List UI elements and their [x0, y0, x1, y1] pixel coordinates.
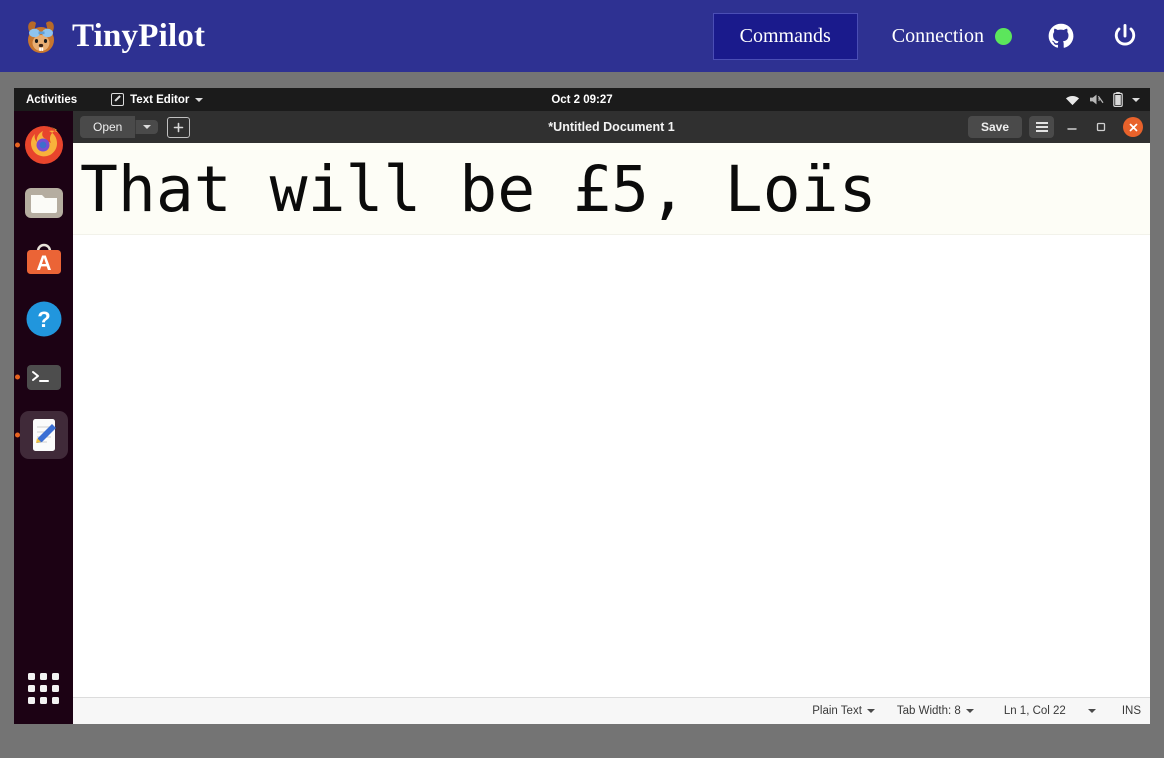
help-question-icon: ?	[26, 301, 61, 337]
squirrel-mascot-icon	[28, 21, 54, 53]
terminal-icon	[26, 365, 61, 390]
chevron-down-icon	[1132, 97, 1140, 102]
language-label: Plain Text	[812, 705, 862, 717]
commands-button[interactable]: Commands	[712, 12, 858, 60]
app-grid-icon	[28, 672, 35, 680]
close-icon	[1129, 123, 1137, 131]
clock[interactable]: Oct 2 09:27	[551, 94, 612, 106]
ubuntu-dock: A ?	[14, 111, 73, 724]
running-indicator	[14, 432, 20, 438]
battery-icon	[1113, 92, 1123, 107]
chevron-down-icon	[965, 709, 974, 713]
gnome-topbar: Activities Text Editor Oct 2 09:27	[14, 88, 1150, 111]
insert-mode-indicator: INS	[1121, 705, 1141, 717]
editor-statusbar: Plain Text Tab Width: 8 Ln 1, Col 22 INS	[73, 697, 1150, 724]
tinypilot-header: TinyPilot Commands Connection	[0, 0, 1164, 72]
connection-label: Connection	[891, 24, 984, 47]
header-nav: Commands Connection	[712, 0, 1164, 72]
cursor-position: Ln 1, Col 22	[1003, 705, 1066, 717]
main-menu-button[interactable]	[1029, 116, 1054, 138]
connection-status[interactable]: Connection	[892, 25, 1012, 48]
tab-width-selector[interactable]: Tab Width: 8	[897, 705, 974, 717]
new-document-button[interactable]	[167, 116, 191, 138]
maximize-button[interactable]	[1090, 116, 1112, 138]
language-selector[interactable]: Plain Text	[812, 705, 875, 717]
open-split-button: Open	[80, 116, 159, 138]
minimize-button[interactable]	[1061, 116, 1083, 138]
wifi-icon	[1065, 95, 1080, 105]
show-applications-button[interactable]	[22, 666, 66, 710]
dock-item-ubuntu-software[interactable]: A	[20, 237, 68, 285]
github-link[interactable]	[1046, 21, 1076, 51]
dock-item-help[interactable]: ?	[20, 295, 68, 343]
editor-headerbar: Open *Untitled Document 1 Save	[73, 111, 1150, 143]
activities-button[interactable]: Activities	[26, 94, 77, 106]
dock-item-terminal[interactable]	[14, 353, 68, 401]
text-editor-pencil-icon	[32, 419, 56, 451]
text-editor-window: Open *Untitled Document 1 Save That will…	[73, 111, 1150, 724]
running-indicator	[14, 374, 20, 380]
close-button[interactable]	[1123, 117, 1143, 137]
power-icon	[1114, 23, 1136, 46]
svg-text:?: ?	[37, 307, 50, 332]
open-button[interactable]: Open	[80, 116, 136, 138]
dock-item-files[interactable]	[20, 179, 68, 227]
open-dropdown-button[interactable]	[135, 120, 159, 134]
minimize-icon	[1067, 128, 1077, 130]
active-app-name: Text Editor	[130, 93, 190, 106]
firefox-icon	[24, 126, 63, 164]
document-text: That will be £5, Loïs	[80, 153, 877, 226]
brand-logo[interactable]: TinyPilot	[22, 17, 205, 55]
hamburger-menu-icon	[1035, 122, 1048, 124]
editor-text-area[interactable]: That will be £5, Loïs	[73, 143, 1150, 697]
active-app-menu[interactable]: Text Editor	[111, 93, 204, 106]
maximize-icon	[1096, 122, 1106, 132]
running-indicator	[14, 142, 20, 148]
new-document-icon	[174, 122, 184, 132]
github-icon	[1048, 23, 1074, 48]
ubuntu-software-icon: A	[26, 243, 61, 275]
power-button[interactable]	[1110, 21, 1140, 51]
dock-item-text-editor[interactable]	[14, 411, 68, 459]
system-tray[interactable]	[1065, 88, 1140, 111]
position-dropdown[interactable]	[1087, 709, 1096, 713]
remote-screen[interactable]: Activities Text Editor Oct 2 09:27 A ? O…	[14, 88, 1150, 724]
connection-status-indicator	[995, 27, 1012, 45]
window-title: *Untitled Document 1	[548, 120, 675, 134]
chevron-down-icon	[195, 97, 204, 102]
editor-window-controls: Save	[967, 116, 1143, 138]
chevron-down-icon	[1087, 709, 1096, 713]
save-button[interactable]: Save	[967, 116, 1022, 138]
text-editor-icon	[111, 93, 125, 106]
page-footer	[0, 750, 1164, 758]
tab-width-label: Tab Width: 8	[896, 705, 961, 717]
volume-muted-icon	[1090, 94, 1104, 105]
chevron-down-icon	[866, 709, 875, 713]
brand-name: TinyPilot	[72, 17, 206, 54]
svg-text:A: A	[36, 252, 51, 275]
dock-item-firefox[interactable]	[14, 121, 68, 169]
files-folder-icon	[24, 188, 63, 218]
chevron-down-icon	[143, 125, 152, 129]
